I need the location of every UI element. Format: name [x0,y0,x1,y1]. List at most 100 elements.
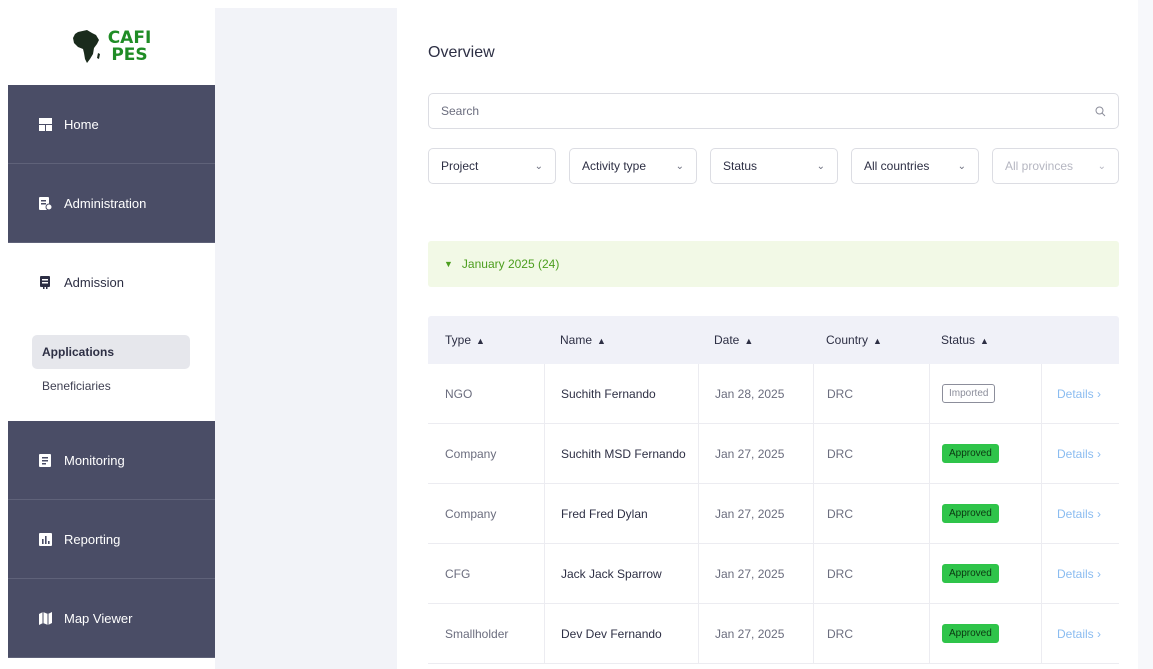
country-select[interactable]: All countries ⌄ [851,148,979,184]
admission-icon [39,276,52,289]
month-group-toggle[interactable]: ▼ January 2025 (24) [428,241,1119,287]
chevron-down-icon: ⌄ [675,160,684,172]
cell-date: Jan 28, 2025 [698,364,813,423]
nav-label-map-viewer: Map Viewer [64,610,133,626]
details-link[interactable]: Details › [1041,364,1119,423]
chevron-down-icon: ⌄ [534,160,543,172]
cell-name: Jack Jack Sparrow [544,544,698,603]
column-header-type-label: Type [445,333,472,347]
nav-item-reporting[interactable]: Reporting [8,500,215,579]
side-panel-background [215,8,397,669]
nav-label-monitoring: Monitoring [64,452,125,468]
sub-item-beneficiaries[interactable]: Beneficiaries [32,369,190,403]
status-select-value: Status [723,159,758,173]
nav-item-home[interactable]: Home [8,85,215,164]
nav-label-home: Home [64,116,99,132]
cell-type: CFG [445,566,471,581]
status-badge: Imported [942,384,996,403]
cell-type: Company [445,446,497,461]
table-row[interactable]: NGO Suchith Fernando Jan 28, 2025 DRC Im… [428,364,1119,424]
chevron-down-icon: ⌄ [816,160,825,172]
chart-icon [39,532,52,546]
filter-bar: Project ⌄ Activity type ⌄ Status ⌄ All c… [428,148,1119,184]
logo-line-2: PES [111,44,148,65]
project-select[interactable]: Project ⌄ [428,148,556,184]
nav-label-admission: Admission [64,275,124,290]
activity-type-select-value: Activity type [582,159,647,173]
cell-name: Dev Dev Fernando [544,604,698,663]
column-header-status[interactable]: Status ▲︎ [929,333,1041,347]
cell-status: Approved [929,424,1041,483]
caret-down-icon: ▼ [444,259,453,269]
page-title: Overview [428,44,495,61]
cell-country: DRC [813,484,929,543]
logo[interactable]: CAFI PES [8,8,215,85]
column-header-name-label: Name [560,333,593,347]
cell-status: Approved [929,604,1041,663]
nav-item-monitoring[interactable]: Monitoring [8,421,215,500]
status-badge: Approved [942,624,999,643]
cell-country: DRC [813,604,929,663]
cell-name: Fred Fred Dylan [544,484,698,543]
status-select[interactable]: Status ⌄ [710,148,838,184]
month-group-label: January 2025 (24) [461,257,560,271]
home-icon [39,117,52,131]
right-edge-strip [1138,0,1153,669]
column-header-date-label: Date [714,333,740,347]
cell-date: Jan 27, 2025 [698,544,813,603]
cell-type: Smallholder [445,626,509,641]
cell-date: Jan 27, 2025 [698,604,813,663]
column-header-name[interactable]: Name ▲︎ [544,333,698,347]
status-badge: Approved [942,444,999,463]
cell-date: Jan 27, 2025 [698,484,813,543]
province-select-value: All provinces [1005,159,1074,173]
column-header-type[interactable]: Type ▲︎ [428,333,544,347]
province-select[interactable]: All provinces ⌄ [992,148,1119,184]
details-link[interactable]: Details › [1041,604,1119,663]
applications-table: Type ▲︎ Name ▲︎ Date ▲︎ Country ▲︎ Status ▲︎ … [428,316,1119,664]
table-row[interactable]: Company Suchith MSD Fernando Jan 27, 202… [428,424,1119,484]
cell-country: DRC [813,544,929,603]
sort-icon: ▲︎ [873,336,882,346]
sidebar: CAFI PES Home Administration Admission A… [8,8,215,669]
column-header-status-label: Status [941,333,976,347]
logo-line-1: CAFI [107,27,152,48]
cell-country: DRC [813,364,929,423]
activity-type-select[interactable]: Activity type ⌄ [569,148,697,184]
cell-date: Jan 27, 2025 [698,424,813,483]
sub-item-applications[interactable]: Applications [32,335,190,369]
nav-item-administration[interactable]: Administration [8,164,215,243]
column-header-country-label: Country [826,333,869,347]
column-header-country[interactable]: Country ▲︎ [813,333,929,347]
logo-text: CAFI PES [107,27,152,65]
table-row[interactable]: Company Fred Fred Dylan Jan 27, 2025 DRC… [428,484,1119,544]
nav-item-map-viewer[interactable]: Map Viewer [8,579,215,658]
project-select-value: Project [441,159,479,173]
details-link[interactable]: Details › [1041,424,1119,483]
country-select-value: All countries [864,159,930,173]
details-link[interactable]: Details › [1041,544,1119,603]
nav-label-administration: Administration [64,195,147,211]
table-header: Type ▲︎ Name ▲︎ Date ▲︎ Country ▲︎ Status ▲︎ [428,316,1119,364]
cell-status: Approved [929,544,1041,603]
main-content: Overview Search Project ⌄ Activity type … [428,0,1119,669]
search-placeholder: Search [441,104,480,118]
cell-status: Imported [929,364,1041,423]
status-badge: Approved [942,564,999,583]
table-row[interactable]: CFG Jack Jack Sparrow Jan 27, 2025 DRC A… [428,544,1119,604]
column-header-date[interactable]: Date ▲︎ [698,333,813,347]
sub-item-beneficiaries-label: Beneficiaries [42,379,111,393]
search-input[interactable]: Search [428,93,1119,129]
admin-file-icon [39,196,52,210]
africa-map-icon [72,29,100,63]
cell-type: NGO [445,386,473,401]
details-link[interactable]: Details › [1041,484,1119,543]
sort-icon: ▲︎ [476,336,485,346]
sub-item-applications-label: Applications [42,345,115,359]
nav-item-admission[interactable]: Admission [8,243,215,322]
sort-icon: ▲︎ [980,336,989,346]
nav-label-reporting: Reporting [64,531,121,547]
chevron-down-icon: ⌄ [1097,160,1106,172]
search-icon[interactable] [1095,106,1106,117]
table-row[interactable]: Smallholder Dev Dev Fernando Jan 27, 202… [428,604,1119,664]
